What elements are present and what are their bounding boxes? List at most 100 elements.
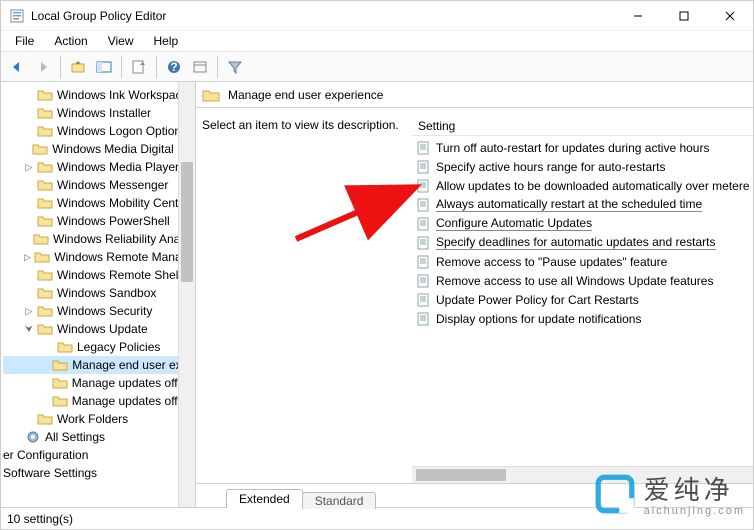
list-item[interactable]: Remove access to use all Windows Update … xyxy=(412,271,753,290)
folder-icon xyxy=(37,268,53,282)
folder-icon xyxy=(37,304,53,318)
menu-help[interactable]: Help xyxy=(146,32,187,50)
details-title: Manage end user experience xyxy=(228,88,383,102)
policy-icon xyxy=(416,274,432,288)
list-item[interactable]: Allow updates to be downloaded automatic… xyxy=(412,176,753,195)
expand-icon xyxy=(23,179,35,191)
tree-node[interactable]: Windows Messenger xyxy=(3,176,195,194)
forward-button[interactable] xyxy=(31,55,55,79)
settings-icon xyxy=(25,430,41,444)
folder-open-icon xyxy=(202,87,220,103)
show-hide-tree-button[interactable] xyxy=(92,55,116,79)
tree-node-selected[interactable]: Manage end user expe xyxy=(3,356,195,374)
list-item[interactable]: Display options for update notifications xyxy=(412,309,753,328)
tree-node[interactable]: Manage updates offere xyxy=(3,374,195,392)
scrollbar-thumb[interactable] xyxy=(416,469,506,481)
close-button[interactable] xyxy=(707,1,753,30)
up-button[interactable] xyxy=(66,55,90,79)
expand-icon xyxy=(11,431,23,443)
tree-node[interactable]: Manage updates offere xyxy=(3,392,195,410)
list-item[interactable]: Turn off auto-restart for updates during… xyxy=(412,138,753,157)
titlebar: Local Group Policy Editor xyxy=(1,1,753,31)
expand-icon xyxy=(43,377,50,389)
folder-icon xyxy=(37,286,53,300)
status-bar: 10 setting(s) xyxy=(1,507,753,529)
tree-node[interactable]: Legacy Policies xyxy=(3,338,195,356)
tree-node[interactable]: Windows PowerShell xyxy=(3,212,195,230)
tree-node[interactable]: Windows Ink Workspace xyxy=(3,86,195,104)
details-pane: Manage end user experience Select an ite… xyxy=(196,82,753,507)
policy-icon xyxy=(416,236,432,250)
column-header-setting[interactable]: Setting xyxy=(412,116,753,136)
list-h-scrollbar[interactable] xyxy=(412,466,753,483)
menu-file[interactable]: File xyxy=(7,32,42,50)
expand-icon[interactable]: ▷ xyxy=(23,305,35,317)
tree-node[interactable]: Windows Sandbox xyxy=(3,284,195,302)
folder-icon xyxy=(52,394,68,408)
tree-node[interactable]: Windows Media Digital Rig xyxy=(3,140,195,158)
tree-node-windows-update[interactable]: ⮟Windows Update xyxy=(3,320,195,338)
folder-icon xyxy=(57,340,73,354)
tree-node[interactable]: Software Settings xyxy=(3,464,195,482)
filter-button[interactable] xyxy=(223,55,247,79)
expand-icon xyxy=(43,395,50,407)
list-item[interactable]: Specify deadlines for automatic updates … xyxy=(412,233,753,252)
tree-node[interactable]: ▷Windows Remote Manage xyxy=(3,248,195,266)
list-item[interactable]: Remove access to "Pause updates" feature xyxy=(412,252,753,271)
toolbar-separator xyxy=(217,56,218,78)
folder-open-icon xyxy=(52,358,68,372)
tree-scrollbar[interactable] xyxy=(178,82,195,507)
policy-icon xyxy=(416,312,432,326)
tree-node[interactable]: er Configuration xyxy=(3,446,195,464)
gpedit-window: Local Group Policy Editor File Action Vi… xyxy=(0,0,754,530)
tree-node[interactable]: Windows Remote Shell xyxy=(3,266,195,284)
expand-icon xyxy=(23,125,35,137)
expand-icon xyxy=(23,107,35,119)
help-button[interactable]: ? xyxy=(162,55,186,79)
expand-icon xyxy=(23,143,30,155)
folder-icon xyxy=(37,178,53,192)
svg-text:?: ? xyxy=(170,60,177,74)
tree-node-all-settings[interactable]: All Settings xyxy=(3,428,195,446)
tree-node[interactable]: Windows Installer xyxy=(3,104,195,122)
tab-extended[interactable]: Extended xyxy=(226,489,303,508)
toolbar: ? xyxy=(1,52,753,82)
list-item[interactable]: Update Power Policy for Cart Restarts xyxy=(412,290,753,309)
folder-icon xyxy=(37,214,53,228)
folder-icon xyxy=(37,412,53,426)
settings-list: Setting Turn off auto-restart for update… xyxy=(412,116,753,483)
expand-icon xyxy=(23,233,31,245)
list-item[interactable]: Always automatically restart at the sche… xyxy=(412,195,753,214)
status-text: 10 setting(s) xyxy=(7,512,73,526)
back-button[interactable] xyxy=(5,55,29,79)
collapse-icon[interactable]: ⮟ xyxy=(23,323,35,335)
tree-node[interactable]: ▷Windows Security xyxy=(3,302,195,320)
expand-icon xyxy=(23,215,35,227)
maximize-button[interactable] xyxy=(661,1,707,30)
tree-node[interactable]: Windows Reliability Analys xyxy=(3,230,195,248)
folder-icon xyxy=(37,160,53,174)
app-icon xyxy=(9,8,25,24)
tree-node[interactable]: Windows Logon Options xyxy=(3,122,195,140)
policy-icon xyxy=(416,198,432,212)
toolbar-separator xyxy=(60,56,61,78)
export-button[interactable] xyxy=(127,55,151,79)
expand-icon[interactable]: ▷ xyxy=(23,251,32,263)
tab-strip: Extended Standard xyxy=(196,483,753,507)
tree-node[interactable]: Work Folders xyxy=(3,410,195,428)
window-title: Local Group Policy Editor xyxy=(31,9,615,23)
list-item-configure-automatic-updates[interactable]: Configure Automatic Updates xyxy=(412,214,753,233)
details-content: Select an item to view its description. … xyxy=(196,108,753,483)
tree-node[interactable]: ▷Windows Media Player xyxy=(3,158,195,176)
tree-node[interactable]: Windows Mobility Center xyxy=(3,194,195,212)
menu-action[interactable]: Action xyxy=(46,32,95,50)
menu-view[interactable]: View xyxy=(100,32,142,50)
properties-button[interactable] xyxy=(188,55,212,79)
folder-icon xyxy=(34,250,50,264)
toolbar-separator xyxy=(156,56,157,78)
list-item[interactable]: Specify active hours range for auto-rest… xyxy=(412,157,753,176)
tab-standard[interactable]: Standard xyxy=(302,492,377,509)
expand-icon[interactable]: ▷ xyxy=(23,161,35,173)
minimize-button[interactable] xyxy=(615,1,661,30)
scrollbar-thumb[interactable] xyxy=(181,162,193,282)
